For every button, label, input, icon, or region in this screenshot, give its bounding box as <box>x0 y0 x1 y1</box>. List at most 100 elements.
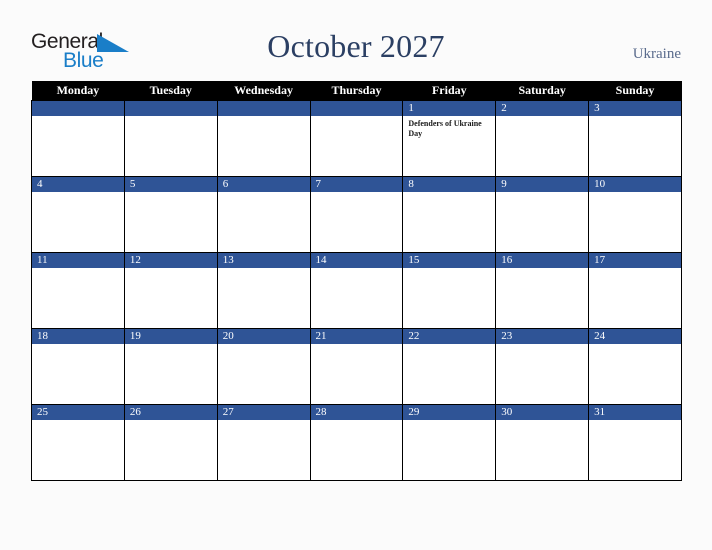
calendar-day-cell[interactable]: 9 <box>495 176 590 253</box>
day-number: 11 <box>32 253 124 268</box>
calendar-day-cell[interactable]: 7 <box>309 176 404 253</box>
day-cell-content: 23 <box>496 329 589 404</box>
calendar-day-cell[interactable]: 22 <box>402 328 497 405</box>
day-number: 16 <box>496 253 589 268</box>
day-cell-content: 4 <box>32 177 124 252</box>
day-number: 2 <box>496 101 589 116</box>
page-title: October 2027 <box>267 28 445 64</box>
day-cell-content: 14 <box>310 253 403 328</box>
day-number: 20 <box>217 329 310 344</box>
weekday-header-monday: Monday <box>31 81 125 101</box>
day-number <box>124 101 217 116</box>
calendar-day-cell[interactable]: 31 <box>588 404 682 481</box>
calendar-day-cell[interactable]: 12 <box>123 252 218 329</box>
day-number: 24 <box>589 329 681 344</box>
day-number: 15 <box>403 253 496 268</box>
weekday-header-friday: Friday <box>402 81 496 101</box>
calendar-week-row: 1 Defenders of Ukraine Day 2 3 <box>31 100 682 177</box>
calendar-week-row: 4 5 6 7 8 9 10 <box>31 176 682 253</box>
day-cell-content: 1 Defenders of Ukraine Day <box>403 101 496 176</box>
day-number: 6 <box>217 177 310 192</box>
calendar-grid: Monday Tuesday Wednesday Thursday Friday… <box>31 81 682 481</box>
day-number: 26 <box>124 405 217 420</box>
day-cell-content: 26 <box>124 405 217 480</box>
day-number: 10 <box>589 177 681 192</box>
day-cell-content: 6 <box>217 177 310 252</box>
calendar-day-cell[interactable]: 26 <box>123 404 218 481</box>
day-cell-content: 12 <box>124 253 217 328</box>
calendar-day-cell[interactable]: 10 <box>588 176 682 253</box>
calendar-day-cell[interactable]: 23 <box>495 328 590 405</box>
calendar-week-row: 18 19 20 21 22 23 24 <box>31 328 682 405</box>
weekday-header-wednesday: Wednesday <box>217 81 311 101</box>
day-cell-content: 28 <box>310 405 403 480</box>
day-number: 12 <box>124 253 217 268</box>
day-cell-content: 21 <box>310 329 403 404</box>
calendar-empty-cell <box>31 100 125 177</box>
day-number: 5 <box>124 177 217 192</box>
day-cell-content: 18 <box>32 329 124 404</box>
calendar-day-cell[interactable]: 21 <box>309 328 404 405</box>
calendar-day-cell[interactable]: 30 <box>495 404 590 481</box>
calendar-day-cell[interactable]: 16 <box>495 252 590 329</box>
day-number <box>32 101 124 116</box>
day-cell-content <box>124 101 217 176</box>
day-number: 9 <box>496 177 589 192</box>
calendar-day-cell[interactable]: 24 <box>588 328 682 405</box>
day-cell-content: 5 <box>124 177 217 252</box>
calendar-day-cell[interactable]: 14 <box>309 252 404 329</box>
day-events: Defenders of Ukraine Day <box>403 116 495 139</box>
calendar-day-cell[interactable]: 8 <box>402 176 497 253</box>
day-cell-content: 2 <box>496 101 589 176</box>
calendar-empty-cell <box>216 100 311 177</box>
day-number: 22 <box>403 329 496 344</box>
day-number: 13 <box>217 253 310 268</box>
day-number: 28 <box>310 405 403 420</box>
day-cell-content: 9 <box>496 177 589 252</box>
day-cell-content: 17 <box>589 253 681 328</box>
calendar-day-cell[interactable]: 1 Defenders of Ukraine Day <box>402 100 497 177</box>
day-number <box>310 101 403 116</box>
calendar-day-cell[interactable]: 17 <box>588 252 682 329</box>
day-number: 19 <box>124 329 217 344</box>
calendar-empty-cell <box>123 100 218 177</box>
day-number: 17 <box>589 253 681 268</box>
day-cell-content: 11 <box>32 253 124 328</box>
calendar-day-cell[interactable]: 27 <box>216 404 311 481</box>
day-cell-content: 8 <box>403 177 496 252</box>
calendar-day-cell[interactable]: 20 <box>216 328 311 405</box>
day-number: 31 <box>589 405 681 420</box>
weekday-header-saturday: Saturday <box>495 81 589 101</box>
calendar-week-row: 11 12 13 14 15 16 17 <box>31 252 682 329</box>
day-cell-content: 25 <box>32 405 124 480</box>
calendar-day-cell[interactable]: 13 <box>216 252 311 329</box>
day-cell-content <box>217 101 310 176</box>
calendar-day-cell[interactable]: 3 <box>588 100 682 177</box>
day-number: 29 <box>403 405 496 420</box>
calendar-day-cell[interactable]: 28 <box>309 404 404 481</box>
day-number: 14 <box>310 253 403 268</box>
day-number: 7 <box>310 177 403 192</box>
calendar-day-cell[interactable]: 19 <box>123 328 218 405</box>
calendar-empty-cell <box>309 100 404 177</box>
calendar-day-cell[interactable]: 18 <box>31 328 125 405</box>
page-header: General Blue October 2027 Ukraine <box>0 0 712 78</box>
day-cell-content: 16 <box>496 253 589 328</box>
day-number: 8 <box>403 177 496 192</box>
calendar-week-row: 25 26 27 28 29 30 31 <box>31 404 682 481</box>
calendar-day-cell[interactable]: 2 <box>495 100 590 177</box>
day-cell-content: 10 <box>589 177 681 252</box>
calendar-day-cell[interactable]: 11 <box>31 252 125 329</box>
day-number: 30 <box>496 405 589 420</box>
day-number: 4 <box>32 177 124 192</box>
calendar-day-cell[interactable]: 29 <box>402 404 497 481</box>
day-cell-content: 3 <box>589 101 681 176</box>
calendar-day-cell[interactable]: 6 <box>216 176 311 253</box>
calendar-day-cell[interactable]: 15 <box>402 252 497 329</box>
country-label: Ukraine <box>632 46 681 62</box>
day-number: 27 <box>217 405 310 420</box>
calendar-day-cell[interactable]: 4 <box>31 176 125 253</box>
calendar-day-cell[interactable]: 5 <box>123 176 218 253</box>
day-number: 18 <box>32 329 124 344</box>
calendar-day-cell[interactable]: 25 <box>31 404 125 481</box>
